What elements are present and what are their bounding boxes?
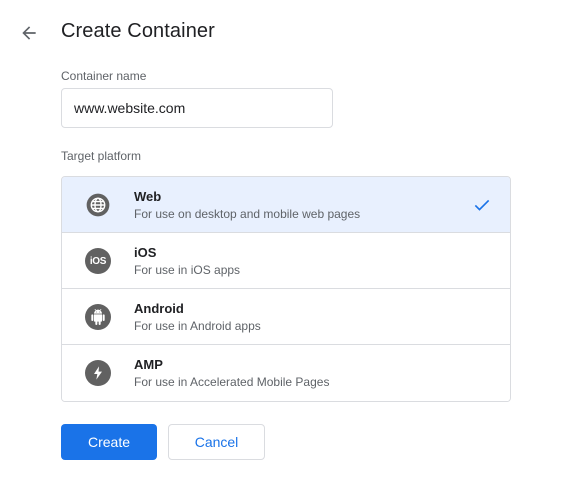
platform-option-web[interactable]: Web For use on desktop and mobile web pa… bbox=[62, 177, 510, 233]
platform-name: Web bbox=[134, 189, 162, 204]
checkmark-icon bbox=[474, 199, 490, 211]
ios-icon-text: iOS bbox=[89, 255, 107, 267]
amp-bolt-icon bbox=[85, 360, 111, 386]
create-container-page: Create Container Container name Target p… bbox=[0, 0, 568, 484]
container-name-label: Container name bbox=[61, 69, 147, 83]
page-title: Create Container bbox=[61, 20, 215, 42]
target-platform-label: Target platform bbox=[61, 149, 142, 163]
platform-name: Android bbox=[134, 301, 184, 316]
android-icon bbox=[85, 304, 111, 330]
arrow-back-icon bbox=[22, 26, 36, 40]
platform-list: Web For use on desktop and mobile web pa… bbox=[61, 176, 511, 402]
platform-option-ios[interactable]: iOS iOS For use in iOS apps bbox=[62, 233, 510, 289]
platform-description: For use in iOS apps bbox=[134, 263, 241, 277]
platform-description: For use on desktop and mobile web pages bbox=[134, 207, 361, 221]
back-button[interactable] bbox=[14, 18, 44, 48]
platform-name: iOS bbox=[134, 245, 157, 260]
platform-option-android[interactable]: Android For use in Android apps bbox=[62, 289, 510, 345]
ios-icon: iOS bbox=[85, 248, 111, 274]
platform-description: For use in Accelerated Mobile Pages bbox=[134, 375, 330, 389]
platform-option-amp[interactable]: AMP For use in Accelerated Mobile Pages bbox=[62, 345, 510, 401]
page-header: Create Container bbox=[0, 0, 568, 66]
platform-name: AMP bbox=[134, 357, 163, 372]
create-button[interactable]: Create bbox=[61, 424, 157, 460]
platform-description: For use in Android apps bbox=[134, 319, 261, 333]
cancel-button[interactable]: Cancel bbox=[168, 424, 265, 460]
container-name-input[interactable] bbox=[61, 88, 333, 128]
globe-icon bbox=[85, 192, 111, 218]
